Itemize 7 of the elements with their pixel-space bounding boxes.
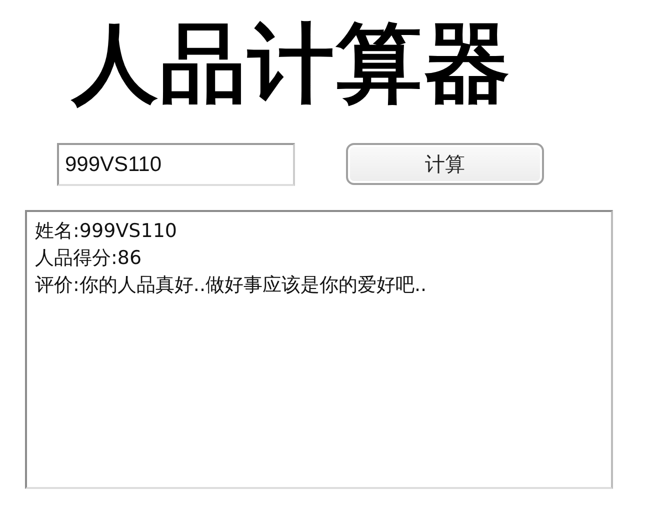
name-input-field[interactable]: 999VS110	[57, 143, 295, 186]
result-text-area[interactable]: 姓名:999VS110 人品得分:86 评价:你的人品真好..做好事应该是你的爱好吧..	[25, 210, 613, 489]
result-line: 人品得分:86	[35, 246, 143, 271]
calculate-button[interactable]: 计算	[346, 143, 544, 185]
result-line: 姓名:999VS110	[35, 219, 178, 244]
result-line: 评价:你的人品真好..做好事应该是你的爱好吧..	[35, 273, 428, 298]
app-title: 人品计算器	[72, 14, 512, 114]
